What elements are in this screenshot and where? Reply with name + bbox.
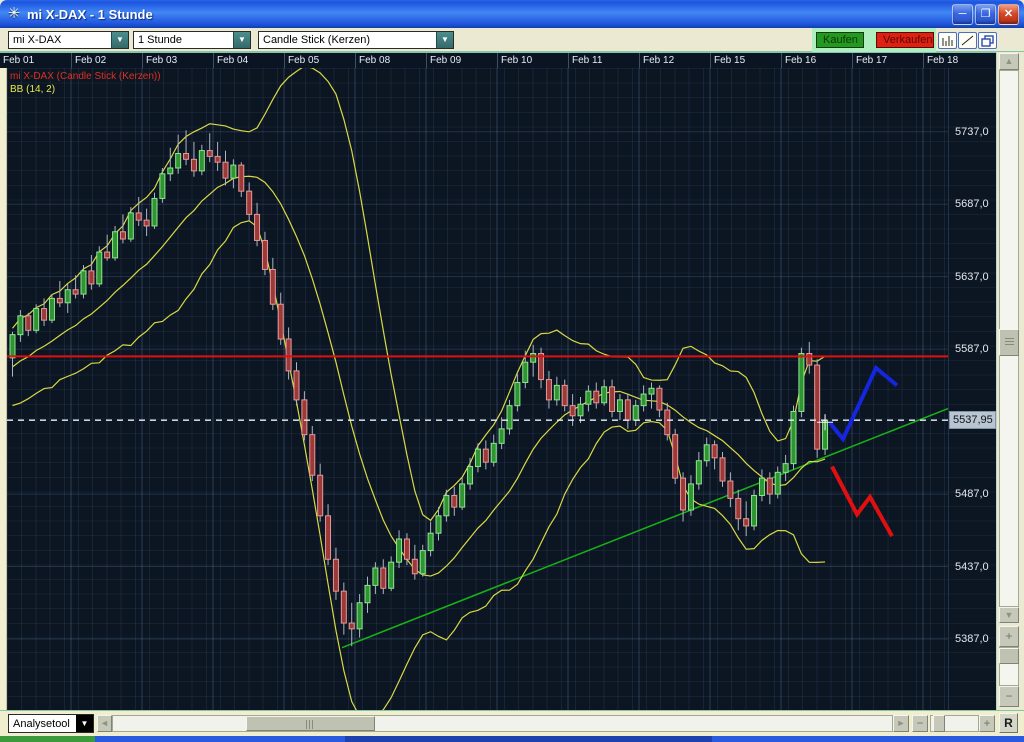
date-tick-label: Feb 01: [0, 53, 71, 68]
chevron-down-icon[interactable]: ▼: [233, 32, 250, 48]
bar-chart-icon-button[interactable]: [938, 32, 957, 49]
thumb-grip: [1005, 338, 1014, 347]
legend-indicator: BB (14, 2): [10, 83, 161, 96]
chart-legend: mi X-DAX (Candle Stick (Kerzen)) BB (14,…: [10, 70, 161, 96]
cascade-windows-icon: [981, 35, 994, 47]
symbol-select-value: mi X-DAX: [9, 32, 111, 48]
date-tick-label: Feb 08: [355, 53, 426, 68]
hzoom-out-button[interactable]: −: [912, 715, 928, 732]
last-price-badge: 5537,95: [949, 411, 996, 429]
bottom-toolbar: Analysetool ▼ ◄ ► − + R: [0, 710, 1024, 736]
chevron-down-icon[interactable]: ▼: [111, 32, 128, 48]
close-button[interactable]: ✕: [998, 4, 1019, 25]
horizontal-scrollbar-track[interactable]: [112, 715, 893, 732]
scroll-down-arrow-icon[interactable]: ▼: [999, 607, 1019, 623]
timeframe-select-value: 1 Stunde: [134, 32, 233, 48]
trend-line-icon: [961, 35, 974, 46]
restore-button[interactable]: ❐: [975, 4, 996, 25]
date-tick-label: Feb 12: [639, 53, 710, 68]
horizontal-scrollbar-thumb[interactable]: [246, 716, 375, 731]
chevron-down-icon[interactable]: ▼: [436, 32, 453, 48]
vertical-scrollbar-thumb[interactable]: [999, 329, 1019, 356]
price-tick-label: 5737,0: [955, 126, 989, 138]
tool-select[interactable]: Analysetool ▼: [8, 714, 94, 733]
price-tick-label: 5387,0: [955, 633, 989, 645]
date-tick-label: Feb 11: [568, 53, 639, 68]
scroll-right-arrow-icon[interactable]: ►: [893, 715, 909, 732]
horizontal-zoom-thumb[interactable]: [933, 715, 945, 732]
price-tick-label: 5637,0: [955, 271, 989, 283]
date-tick-label: Feb 03: [142, 53, 213, 68]
left-border-strip: [0, 68, 7, 710]
price-tick-label: 5487,0: [955, 488, 989, 500]
buy-button[interactable]: Kaufen: [816, 32, 864, 48]
chevron-down-icon[interactable]: ▼: [76, 715, 93, 732]
taskbar[interactable]: [0, 736, 1024, 742]
date-tick-label: Feb 04: [213, 53, 284, 68]
date-tick-label: Feb 10: [497, 53, 568, 68]
zoom-out-button[interactable]: −: [999, 686, 1019, 707]
hzoom-in-button[interactable]: +: [979, 715, 995, 732]
chart-plot[interactable]: mi X-DAX (Candle Stick (Kerzen)) BB (14,…: [7, 68, 948, 710]
reset-chart-button[interactable]: R: [999, 713, 1018, 733]
date-tick-label: Feb 09: [426, 53, 497, 68]
taskbar-app-button[interactable]: [345, 736, 712, 742]
start-button-edge[interactable]: [0, 736, 95, 742]
title-bar: ✳ mi X-DAX - 1 Stunde ─ ❐ ✕: [0, 0, 1024, 28]
charttype-select-value: Candle Stick (Kerzen): [259, 32, 436, 48]
date-tick-label: Feb 18: [923, 53, 994, 68]
plot-svg: [7, 68, 948, 710]
cascade-windows-button[interactable]: [978, 32, 997, 49]
date-tick-label: Feb 15: [710, 53, 781, 68]
symbol-select[interactable]: mi X-DAX ▼: [8, 31, 129, 49]
date-axis: Feb 01Feb 02Feb 03Feb 04Feb 05Feb 08Feb …: [0, 52, 996, 68]
thumb-grip: [306, 720, 315, 729]
bar-chart-icon: [941, 35, 954, 46]
charttype-select[interactable]: Candle Stick (Kerzen) ▼: [258, 31, 454, 49]
starburst-app-icon: ✳: [5, 5, 23, 23]
date-tick-label: Feb 16: [781, 53, 852, 68]
window-title: mi X-DAX - 1 Stunde: [27, 7, 153, 22]
tool-select-value: Analysetool: [9, 715, 76, 732]
chart-toolbar: mi X-DAX ▼ 1 Stunde ▼ Candle Stick (Kerz…: [0, 28, 1024, 52]
date-tick-label: Feb 02: [71, 53, 142, 68]
price-tick-label: 5687,0: [955, 198, 989, 210]
price-tick-label: 5587,0: [955, 343, 989, 355]
trend-line-icon-button[interactable]: [958, 32, 977, 49]
date-tick-label: Feb 17: [852, 53, 923, 68]
timeframe-select[interactable]: 1 Stunde ▼: [133, 31, 251, 49]
vertical-scroll-column: ▲ ▼ + −: [996, 52, 1024, 710]
vertical-zoom-thumb[interactable]: [999, 648, 1019, 664]
price-axis: 5537,95 5737,0 5687,0 5637,0 5587,0 5487,0 54…: [948, 68, 996, 710]
chart-area: mi X-DAX (Candle Stick (Kerzen)) BB (14,…: [0, 68, 1024, 710]
price-tick-label: 5437,0: [955, 561, 989, 573]
scroll-up-arrow-icon[interactable]: ▲: [999, 53, 1019, 70]
date-tick-label: Feb 05: [284, 53, 355, 68]
legend-series: mi X-DAX (Candle Stick (Kerzen)): [10, 70, 161, 83]
minimize-button[interactable]: ─: [952, 4, 973, 25]
zoom-in-button[interactable]: +: [999, 626, 1019, 647]
sell-button[interactable]: Verkaufen: [876, 32, 934, 48]
app-window: ✳ mi X-DAX - 1 Stunde ─ ❐ ✕ mi X-DAX ▼ 1…: [0, 0, 1024, 736]
scroll-left-arrow-icon[interactable]: ◄: [97, 715, 112, 732]
